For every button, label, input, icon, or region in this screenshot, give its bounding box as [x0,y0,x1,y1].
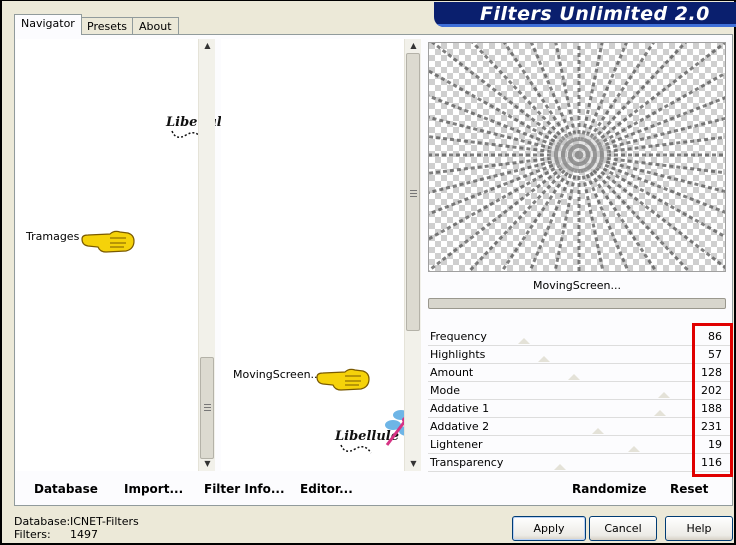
scroll-thumb[interactable] [200,357,214,459]
category-item-selected[interactable]: Tramages [26,230,79,243]
pointing-hand-icon [316,368,370,391]
slider-marker-icon[interactable] [658,392,670,398]
randomize-button-label: Randomize [572,482,647,496]
parameter-row[interactable]: Mode 202 [428,382,730,400]
database-button[interactable]: Database [34,482,98,496]
parameter-name: Addative 1 [430,402,490,415]
import-button-label: Import... [124,482,184,496]
title-banner: Filters Unlimited 2.0 [434,2,736,27]
slider-marker-icon[interactable] [568,374,580,380]
editor-button-label: Editor... [300,482,353,496]
preview-image [428,42,726,272]
parameter-name: Amount [430,366,474,379]
parameter-row[interactable]: Addative 2 231 [428,418,730,436]
filters-status-value: 1497 [70,528,98,541]
parameter-list: Frequency 86 Highlights 57 Amount 128 Mode 202 A… [428,328,730,472]
window-title: Filters Unlimited 2.0 [480,3,710,25]
database-button-label: Database [34,482,98,496]
parameter-name: Highlights [430,348,486,361]
database-status-value: ICNET-Filters [70,515,139,528]
reset-button[interactable]: Reset [670,482,708,496]
help-button[interactable]: Help [665,516,733,541]
editor-button[interactable]: Editor... [300,482,353,496]
filter-info-button-label: Filter Info... [204,482,285,496]
category-scrollbar[interactable]: ▲ ▼ [198,39,215,471]
randomize-button[interactable]: Randomize [572,482,646,496]
preview-filter-name: MovingScreen... [532,279,622,292]
parameter-row[interactable]: Frequency 86 [428,328,730,346]
parameter-name: Addative 2 [430,420,490,433]
parameter-row[interactable]: Addative 1 188 [428,400,730,418]
filters-unlimited-window: Filters Unlimited 2.0 Navigator Presets … [0,0,736,545]
parameter-row[interactable]: Highlights 57 [428,346,730,364]
filter-scrollbar[interactable]: ▲ ▼ [404,39,421,471]
progress-bar [428,298,726,309]
filter-info-button[interactable]: Filter Info... [204,482,285,496]
reset-button-label: Reset [670,482,709,496]
slider-marker-icon[interactable] [518,338,530,344]
highlight-frame [692,323,733,477]
filters-status-label: Filters: [14,528,51,541]
parameter-name: Transparency [430,456,504,469]
preview-render [429,43,725,271]
slider-marker-icon[interactable] [654,410,666,416]
slider-marker-icon[interactable] [554,464,566,470]
tab-about[interactable]: About [132,17,179,35]
parameter-name: Lightener [430,438,483,451]
scroll-down-arrow-icon[interactable]: ▼ [199,457,216,471]
filter-list[interactable]: MovingScreen... Libellule ▲ ▼ [221,39,421,471]
slider-marker-icon[interactable] [538,356,550,362]
parameter-name: Mode [430,384,460,397]
slider-marker-icon[interactable] [592,428,604,434]
scroll-up-arrow-icon[interactable]: ▲ [199,39,216,53]
tab-presets[interactable]: Presets [80,17,135,35]
apply-button[interactable]: Apply [512,516,586,541]
cancel-button[interactable]: Cancel [589,516,657,541]
slider-marker-icon[interactable] [628,446,640,452]
scroll-up-arrow-icon[interactable]: ▲ [405,39,422,53]
filter-item-selected[interactable]: MovingScreen... [233,368,321,381]
parameter-row[interactable]: Transparency 116 [428,454,730,472]
pointing-hand-icon [81,230,135,253]
tab-navigator[interactable]: Navigator [14,14,82,35]
parameter-row[interactable]: Amount 128 [428,364,730,382]
parameter-name: Frequency [430,330,487,343]
parameter-row[interactable]: Lightener 19 [428,436,730,454]
scroll-thumb[interactable] [406,53,420,331]
database-status-label: Database: [14,515,71,528]
scroll-down-arrow-icon[interactable]: ▼ [405,457,422,471]
category-list[interactable]: Tramages Libellule ▲ ▼ [16,39,262,471]
import-button[interactable]: Import... [124,482,183,496]
